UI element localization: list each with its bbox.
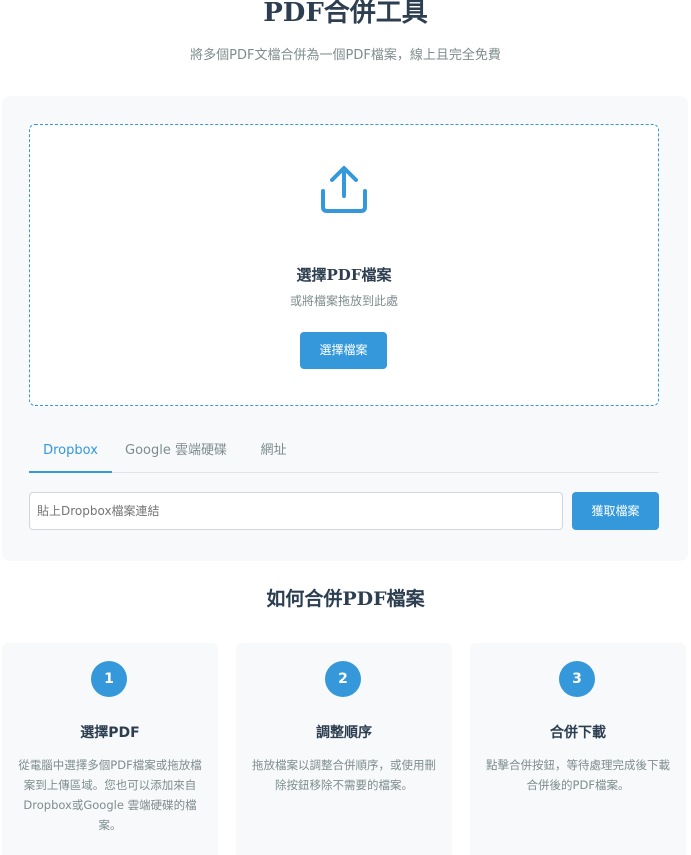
choose-file-button[interactable]: 選擇檔案 [300, 332, 387, 369]
dropbox-link-input[interactable] [29, 492, 563, 530]
drop-zone[interactable]: 選擇PDF檔案 或將檔案拖放到此處 選擇檔案 [29, 124, 659, 406]
step-number-badge: 1 [91, 661, 127, 697]
step-description: 從電腦中選擇多個PDF檔案或拖放檔案到上傳區域。您也可以添加來自Dropbox或… [18, 758, 202, 832]
drop-zone-hint: 或將檔案拖放到此處 [289, 294, 398, 308]
step-title: 選擇PDF [80, 725, 140, 741]
drop-zone-title: 選擇PDF檔案 [296, 266, 392, 284]
step-card-2: 2 調整順序 拖放檔案以調整合併順序，或使用刪除按鈕移除不需要的檔案。 [236, 643, 452, 855]
step-title: 調整順序 [316, 725, 372, 741]
step-title: 合併下載 [550, 725, 606, 741]
step-number-badge: 2 [325, 661, 361, 697]
howto-title: 如何合併PDF檔案 [266, 588, 425, 610]
upload-icon [321, 166, 367, 213]
step-card-1: 1 選擇PDF 從電腦中選擇多個PDF檔案或拖放檔案到上傳區域。您也可以添加來自… [2, 643, 218, 855]
fetch-file-button[interactable]: 獲取檔案 [572, 492, 659, 530]
tab-url[interactable]: 網址 [251, 433, 296, 473]
step-card-3: 3 合併下載 點擊合併按鈕，等待處理完成後下載合併後的PDF檔案。 [470, 643, 686, 855]
source-tabs: Dropbox Google 雲端硬碟 網址 [29, 433, 659, 473]
tab-google-drive[interactable]: Google 雲端硬碟 [121, 433, 231, 473]
tab-dropbox[interactable]: Dropbox [29, 433, 112, 473]
page-subtitle: 將多個PDF文檔合併為一個PDF檔案，線上且完全免費 [190, 48, 501, 63]
upload-panel: 選擇PDF檔案 或將檔案拖放到此處 選擇檔案 Dropbox Google 雲端… [2, 96, 688, 561]
step-number-badge: 3 [559, 661, 595, 697]
page-title: PDF合併工具 [263, 0, 428, 28]
step-description: 拖放檔案以調整合併順序，或使用刪除按鈕移除不需要的檔案。 [252, 758, 436, 792]
step-description: 點擊合併按鈕，等待處理完成後下載合併後的PDF檔案。 [486, 758, 670, 792]
